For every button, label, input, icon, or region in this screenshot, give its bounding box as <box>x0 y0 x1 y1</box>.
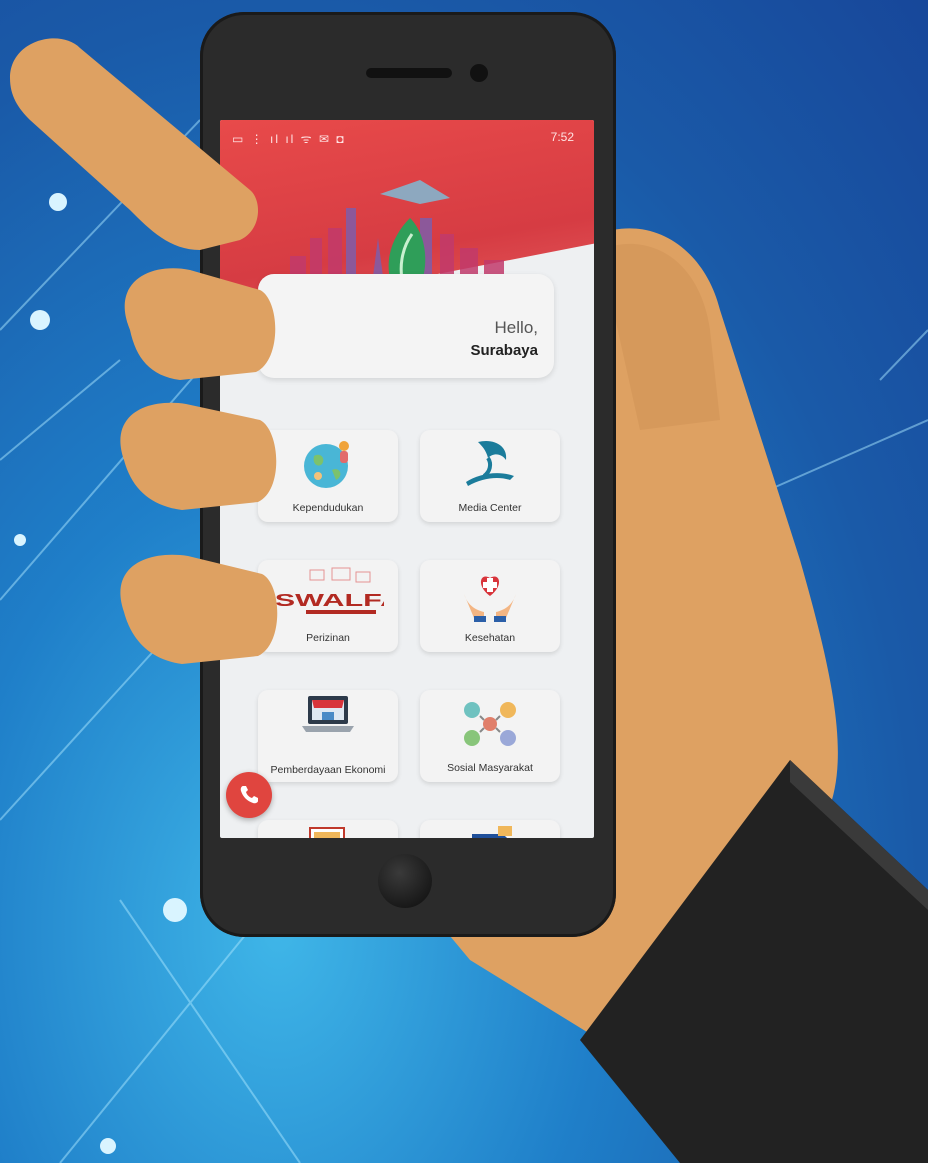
hand-front <box>10 38 928 1163</box>
